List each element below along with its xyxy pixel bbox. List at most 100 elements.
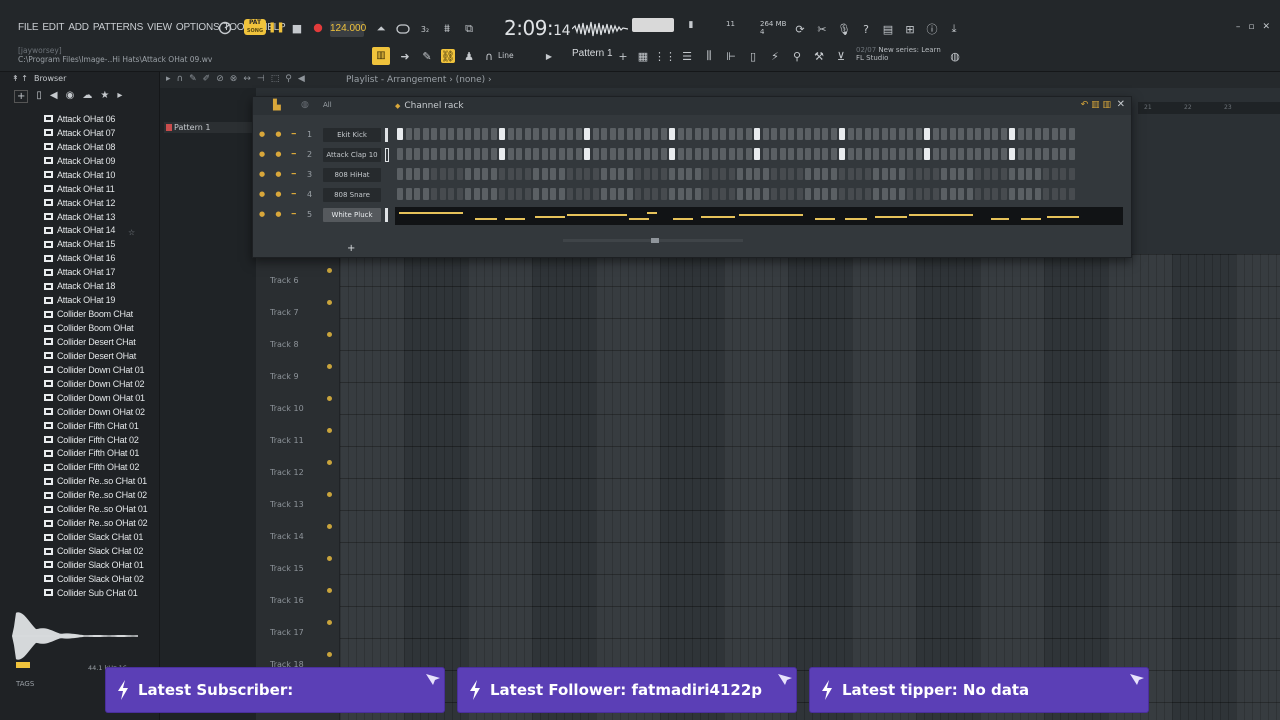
pause-icon[interactable]: ❚❚: [268, 22, 285, 34]
track-label[interactable]: Track 7: [270, 308, 299, 317]
step-button[interactable]: [524, 148, 531, 160]
step-button[interactable]: [762, 168, 769, 180]
stop-icon[interactable]: ■: [290, 21, 304, 35]
step-button[interactable]: [541, 168, 548, 180]
step-button[interactable]: [1026, 188, 1032, 200]
close-icon[interactable]: ✕: [1262, 22, 1270, 32]
browser-item[interactable]: Collider Down OHat 01: [44, 391, 147, 405]
arrow-right-icon[interactable]: ➜: [398, 49, 412, 63]
step-button[interactable]: [1068, 128, 1075, 140]
step-button[interactable]: [703, 148, 709, 160]
channel-name-button[interactable]: White Pluck: [323, 208, 381, 222]
step-button[interactable]: [788, 148, 794, 160]
step-button[interactable]: [1051, 148, 1058, 160]
step-button[interactable]: [431, 148, 437, 160]
step-button[interactable]: [873, 128, 879, 140]
step-button[interactable]: [932, 148, 939, 160]
step-button[interactable]: [856, 128, 862, 140]
browser-item[interactable]: Attack OHat 09: [44, 154, 147, 168]
step-button[interactable]: [703, 188, 709, 200]
step-button[interactable]: [405, 188, 412, 200]
help-icon[interactable]: ?: [859, 22, 873, 36]
loop-record-icon[interactable]: ⧉: [462, 22, 476, 36]
step-button[interactable]: [966, 148, 973, 160]
channel-select-indicator[interactable]: [385, 208, 388, 222]
step-button[interactable]: [966, 168, 973, 180]
step-button[interactable]: [490, 128, 497, 140]
browser-item[interactable]: Attack OHat 11: [44, 182, 147, 196]
mixer-icon[interactable]: ⊞: [903, 22, 917, 36]
step-button[interactable]: [405, 148, 412, 160]
step-button[interactable]: [465, 128, 471, 140]
swing-icon[interactable]: ◍: [301, 100, 309, 110]
step-button[interactable]: [796, 168, 803, 180]
step-button[interactable]: [669, 128, 675, 140]
step-button[interactable]: [737, 188, 743, 200]
browser-item[interactable]: Collider Fifth CHat 01: [44, 419, 147, 433]
browser-item[interactable]: Attack OHat 07: [44, 126, 147, 140]
step-button[interactable]: [1034, 128, 1041, 140]
step-button[interactable]: [915, 168, 922, 180]
step-button[interactable]: [839, 148, 845, 160]
step-button[interactable]: [949, 188, 956, 200]
track-label[interactable]: Track 16: [270, 596, 304, 605]
browser-item[interactable]: Collider Fifth OHat 01: [44, 447, 147, 461]
step-button[interactable]: [533, 188, 539, 200]
plugin-icon[interactable]: ⊩: [724, 49, 738, 63]
step-button[interactable]: [643, 148, 650, 160]
step-button[interactable]: [677, 148, 684, 160]
step-button[interactable]: [635, 128, 641, 140]
timeline-ruler[interactable]: 21 22 23: [1138, 102, 1280, 114]
step-button[interactable]: [550, 128, 556, 140]
step-button[interactable]: [635, 148, 641, 160]
rack-tools-icon[interactable]: ↶ ▥ ▥: [1081, 100, 1111, 110]
step-button[interactable]: [456, 168, 463, 180]
step-button[interactable]: [975, 168, 981, 180]
step-button[interactable]: [975, 148, 981, 160]
step-button[interactable]: [958, 168, 964, 180]
step-button[interactable]: [762, 148, 769, 160]
tags-label[interactable]: TAGS: [16, 680, 34, 688]
step-button[interactable]: [932, 168, 939, 180]
step-button[interactable]: [448, 188, 454, 200]
browser-item[interactable]: Collider Slack OHat 01: [44, 558, 147, 572]
step-button[interactable]: [1026, 128, 1032, 140]
star-icon[interactable]: ★: [100, 90, 109, 103]
step-button[interactable]: [932, 128, 939, 140]
magnet-icon[interactable]: ∩: [482, 49, 496, 63]
step-button[interactable]: [1000, 188, 1007, 200]
track-mute-led-icon[interactable]: [327, 556, 332, 561]
step-button[interactable]: [567, 168, 573, 180]
step-button[interactable]: [1034, 188, 1041, 200]
step-button[interactable]: [499, 128, 505, 140]
step-button[interactable]: [558, 128, 565, 140]
step-button[interactable]: [847, 128, 854, 140]
step-button[interactable]: [898, 188, 905, 200]
browser-item[interactable]: Attack OHat 17: [44, 265, 147, 279]
step-button[interactable]: [890, 128, 896, 140]
step-button[interactable]: [813, 188, 820, 200]
playlist-zoom-icon[interactable]: ⚲: [285, 74, 292, 84]
plug-icon[interactable]: ⚡: [768, 49, 782, 63]
step-button[interactable]: [754, 148, 760, 160]
step-button[interactable]: [507, 188, 514, 200]
browser-item[interactable]: Collider Re..so OHat 01: [44, 502, 148, 516]
step-button[interactable]: [465, 168, 471, 180]
track-label[interactable]: Track 14: [270, 532, 304, 541]
step-button[interactable]: [541, 148, 548, 160]
rack-close-icon[interactable]: ✕: [1117, 99, 1125, 110]
step-button[interactable]: [992, 128, 998, 140]
step-button[interactable]: [720, 128, 726, 140]
step-button[interactable]: [397, 188, 403, 200]
step-button[interactable]: [524, 128, 531, 140]
target-icon[interactable]: ◉: [66, 90, 75, 103]
step-button[interactable]: [796, 188, 803, 200]
pattern-selector[interactable]: Pattern 1: [572, 48, 613, 59]
step-button[interactable]: [473, 188, 480, 200]
playlist-arrow-icon[interactable]: ▸: [166, 74, 171, 84]
step-button[interactable]: [490, 188, 497, 200]
step-button[interactable]: [686, 128, 692, 140]
step-button[interactable]: [847, 148, 854, 160]
step-button[interactable]: [711, 128, 718, 140]
stamp-icon[interactable]: ♟: [462, 49, 476, 63]
